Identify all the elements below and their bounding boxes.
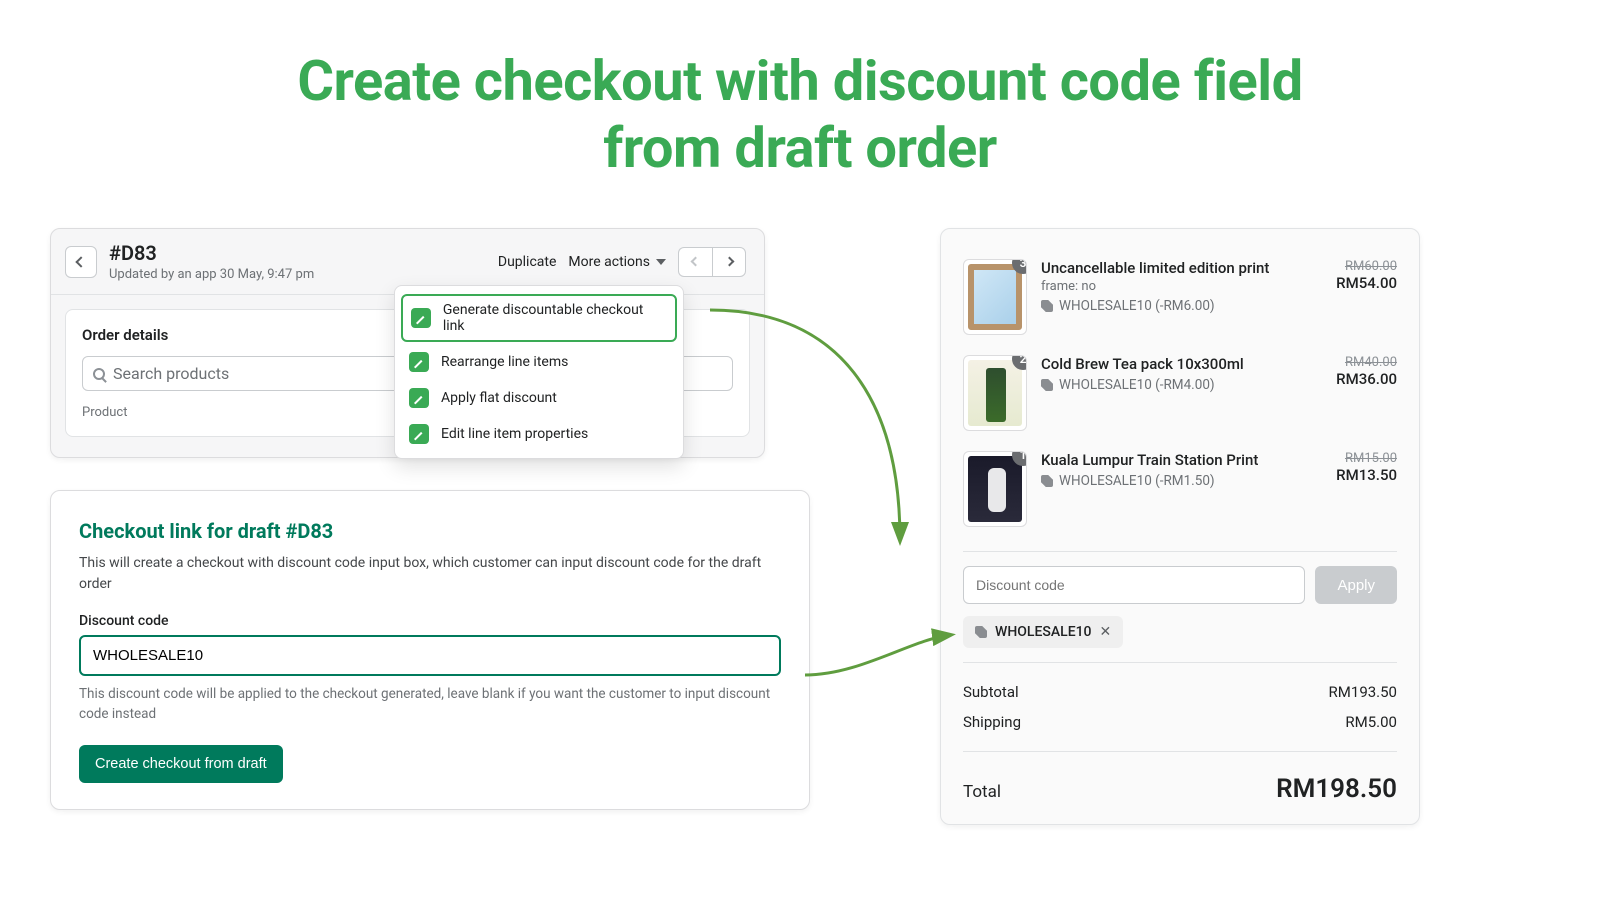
tag-icon (1041, 379, 1053, 391)
close-icon[interactable]: ✕ (1100, 624, 1112, 640)
search-icon (93, 368, 105, 380)
pencil-icon (409, 352, 429, 372)
subtotal-label: Subtotal (963, 683, 1019, 701)
line-title: Uncancellable limited edition print (1041, 259, 1299, 277)
checkout-link-title: Checkout link for draft #D83 (79, 519, 781, 543)
more-actions-button[interactable]: More actions (568, 254, 666, 270)
summary-discount-input[interactable] (963, 566, 1305, 604)
product-thumbnail: 1 (963, 451, 1027, 527)
order-updated: Updated by an app 30 May, 9:47 pm (109, 267, 498, 282)
cart-line: 2 Cold Brew Tea pack 10x300ml WHOLESALE1… (963, 345, 1397, 441)
total-label: Total (963, 782, 1001, 802)
cart-line: 1 Kuala Lumpur Train Station Print WHOLE… (963, 441, 1397, 537)
checkout-link-panel: Checkout link for draft #D83 This will c… (50, 490, 810, 810)
line-variant: frame: no (1041, 279, 1299, 294)
price-discounted: RM36.00 (1313, 370, 1397, 388)
total-value: RM198.50 (1276, 774, 1397, 804)
product-thumbnail: 2 (963, 355, 1027, 431)
tag-icon (1041, 475, 1053, 487)
price-original: RM15.00 (1313, 451, 1397, 466)
caret-down-icon (656, 259, 666, 265)
menu-rearrange[interactable]: Rearrange line items (395, 344, 683, 380)
subtotal-value: RM193.50 (1329, 683, 1397, 701)
more-actions-menu: Generate discountable checkout link Rear… (394, 285, 684, 459)
flow-arrow (800, 630, 960, 690)
line-title: Kuala Lumpur Train Station Print (1041, 451, 1299, 469)
draft-order-panel: #D83 Updated by an app 30 May, 9:47 pm D… (50, 228, 765, 458)
price-discounted: RM13.50 (1313, 466, 1397, 484)
hero-title: Create checkout with discount code field… (0, 0, 1600, 202)
line-discount: WHOLESALE10 (-RM1.50) (1041, 473, 1299, 489)
menu-edit-properties[interactable]: Edit line item properties (395, 416, 683, 452)
duplicate-link[interactable]: Duplicate (498, 254, 557, 270)
price-original: RM60.00 (1313, 259, 1397, 274)
order-topbar: #D83 Updated by an app 30 May, 9:47 pm D… (51, 229, 764, 295)
applied-discount-chip[interactable]: WHOLESALE10 ✕ (963, 616, 1123, 648)
cart-line: 3 Uncancellable limited edition print fr… (963, 249, 1397, 345)
tag-icon (1041, 300, 1053, 312)
line-discount: WHOLESALE10 (-RM4.00) (1041, 377, 1299, 393)
prev-order-button[interactable] (678, 247, 712, 277)
chevron-right-icon (724, 257, 734, 267)
checkout-link-desc: This will create a checkout with discoun… (79, 553, 781, 595)
pencil-icon (409, 424, 429, 444)
tag-icon (975, 626, 987, 638)
pencil-icon (409, 388, 429, 408)
chevron-left-icon (691, 257, 701, 267)
product-thumbnail: 3 (963, 259, 1027, 335)
discount-code-label: Discount code (79, 613, 781, 629)
arrow-left-icon (75, 256, 86, 267)
line-discount: WHOLESALE10 (-RM6.00) (1041, 298, 1299, 314)
checkout-summary: 3 Uncancellable limited edition print fr… (940, 228, 1420, 825)
flow-arrow (700, 300, 940, 560)
discount-code-input[interactable] (79, 635, 781, 676)
line-title: Cold Brew Tea pack 10x300ml (1041, 355, 1299, 373)
shipping-value: RM5.00 (1345, 713, 1397, 731)
order-id: #D83 (109, 241, 498, 265)
apply-discount-button[interactable]: Apply (1315, 566, 1397, 604)
create-checkout-button[interactable]: Create checkout from draft (79, 745, 283, 783)
price-discounted: RM54.00 (1313, 274, 1397, 292)
pencil-icon (411, 308, 431, 328)
discount-code-help: This discount code will be applied to th… (79, 684, 781, 725)
next-order-button[interactable] (712, 247, 746, 277)
menu-generate-link[interactable]: Generate discountable checkout link (401, 294, 677, 342)
shipping-label: Shipping (963, 713, 1021, 731)
menu-flat-discount[interactable]: Apply flat discount (395, 380, 683, 416)
price-original: RM40.00 (1313, 355, 1397, 370)
back-button[interactable] (65, 246, 97, 278)
